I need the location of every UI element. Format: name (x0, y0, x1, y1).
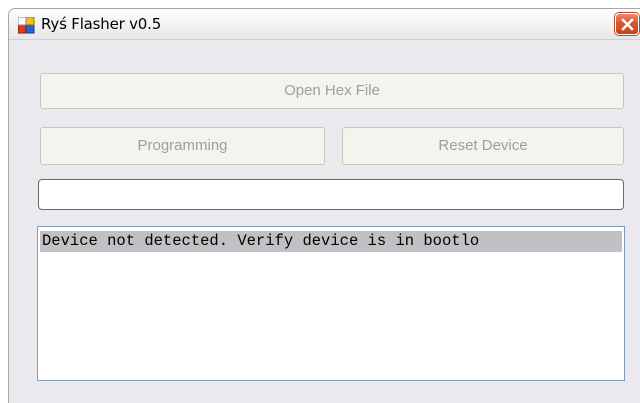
reset-device-button[interactable]: Reset Device (342, 127, 624, 165)
close-button[interactable] (615, 13, 639, 35)
log-line[interactable]: Device not detected. Verify device is in… (40, 231, 622, 252)
app-window: Ryś Flasher v0.5 Open Hex File Programmi… (8, 8, 640, 403)
programming-button[interactable]: Programming (40, 127, 325, 165)
app-window-icon[interactable] (18, 17, 35, 34)
title-bar[interactable]: Ryś Flasher v0.5 (9, 9, 640, 40)
log-output-box[interactable]: Device not detected. Verify device is in… (37, 226, 625, 381)
window-title: Ryś Flasher v0.5 (41, 15, 162, 33)
open-hex-file-button[interactable]: Open Hex File (40, 73, 624, 109)
progress-bar (38, 179, 624, 210)
